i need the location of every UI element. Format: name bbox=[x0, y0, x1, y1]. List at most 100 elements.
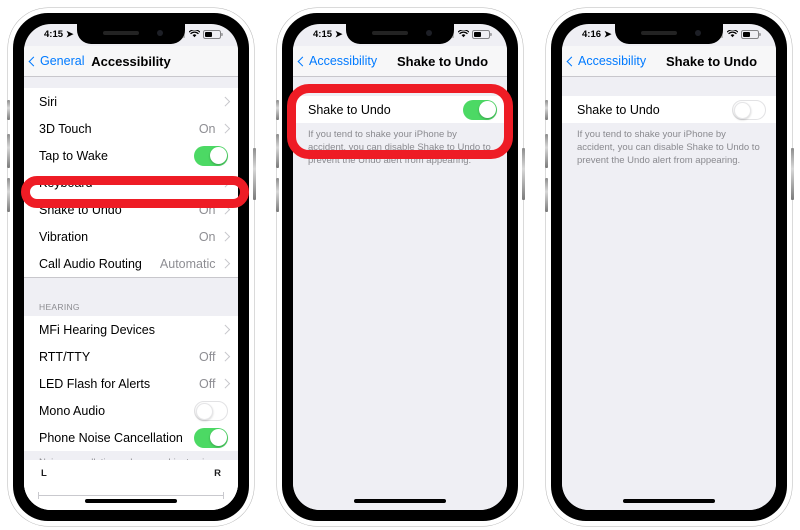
balance-slider-track[interactable] bbox=[38, 492, 224, 499]
shake-to-undo-toggle[interactable] bbox=[463, 99, 497, 120]
front-camera-icon bbox=[426, 30, 432, 36]
row-rtt-tty[interactable]: RTT/TTY Off bbox=[24, 343, 238, 370]
row-keyboard[interactable]: Keyboard bbox=[24, 169, 238, 196]
row-label: Phone Noise Cancellation bbox=[39, 430, 183, 445]
earpiece-speaker-icon bbox=[103, 31, 139, 35]
row-label: Shake to Undo bbox=[39, 202, 122, 217]
side-power-button[interactable] bbox=[790, 148, 794, 200]
nav-bar-2: Accessibility Shake to Undo bbox=[293, 46, 507, 77]
front-camera-icon bbox=[695, 30, 701, 36]
location-arrow-icon: ➤ bbox=[604, 29, 612, 39]
row-label: 3D Touch bbox=[39, 121, 92, 136]
row-label: Tap to Wake bbox=[39, 148, 109, 163]
chevron-right-icon bbox=[220, 96, 230, 107]
row-shake-to-undo-toggle[interactable]: Shake to Undo bbox=[562, 96, 776, 123]
volume-up-button[interactable] bbox=[544, 134, 548, 168]
row-shake-to-undo[interactable]: Shake to Undo On bbox=[24, 196, 238, 223]
battery-icon bbox=[203, 30, 223, 39]
wifi-icon bbox=[726, 29, 738, 38]
settings-group-general: Siri 3D Touch On Tap to Wake Keyboard Sh… bbox=[24, 88, 238, 277]
row-vibration[interactable]: Vibration On bbox=[24, 223, 238, 250]
row-label: RTT/TTY bbox=[39, 349, 91, 364]
device-bezel-3: 4:16 ➤ Accessibility Shake to Undo Shake… bbox=[551, 13, 787, 521]
chevron-right-icon bbox=[220, 258, 230, 269]
row-mono-audio[interactable]: Mono Audio bbox=[24, 397, 238, 424]
notch bbox=[77, 24, 185, 44]
earpiece-speaker-icon bbox=[641, 31, 677, 35]
page-title-3: Shake to Undo bbox=[666, 53, 758, 69]
volume-down-button[interactable] bbox=[544, 178, 548, 212]
chevron-right-icon bbox=[220, 204, 230, 215]
status-bar-left-3: 4:16 ➤ bbox=[582, 29, 612, 40]
clock-label: 4:16 bbox=[582, 29, 602, 40]
silent-switch[interactable] bbox=[544, 100, 548, 120]
chevron-right-icon bbox=[220, 231, 230, 242]
row-shake-to-undo-toggle[interactable]: Shake to Undo bbox=[293, 96, 507, 123]
location-arrow-icon: ➤ bbox=[66, 29, 74, 39]
clock-label: 4:15 bbox=[44, 29, 64, 40]
row-value: Off bbox=[199, 349, 216, 364]
page-title-1: Accessibility bbox=[91, 53, 171, 69]
status-bar-left-2: 4:15 ➤ bbox=[313, 29, 343, 40]
shake-to-undo-toggle[interactable] bbox=[732, 99, 766, 120]
device-bezel-2: 4:15 ➤ Accessibility Shake to Undo Shake… bbox=[282, 13, 518, 521]
notch bbox=[615, 24, 723, 44]
row-call-audio-routing[interactable]: Call Audio Routing Automatic bbox=[24, 250, 238, 277]
side-power-button[interactable] bbox=[252, 148, 256, 200]
wifi-icon bbox=[188, 29, 200, 38]
settings-group-hearing: MFi Hearing Devices RTT/TTY Off LED Flas… bbox=[24, 316, 238, 451]
volume-down-button[interactable] bbox=[275, 178, 279, 212]
device-screen-3: 4:16 ➤ Accessibility Shake to Undo Shake… bbox=[562, 24, 776, 510]
home-indicator[interactable] bbox=[354, 499, 446, 503]
volume-up-button[interactable] bbox=[275, 134, 279, 168]
status-bar-left-1: 4:15 ➤ bbox=[44, 29, 74, 40]
phone-noise-cancellation-toggle[interactable] bbox=[194, 427, 228, 448]
chevron-right-icon bbox=[220, 177, 230, 188]
volume-up-button[interactable] bbox=[6, 134, 10, 168]
row-3d-touch[interactable]: 3D Touch On bbox=[24, 115, 238, 142]
battery-icon bbox=[472, 30, 492, 39]
shake-to-undo-group: Shake to Undo bbox=[562, 96, 776, 123]
nav-bar-1: General Accessibility bbox=[24, 46, 238, 77]
row-value: Automatic bbox=[159, 256, 216, 271]
clock-label: 4:15 bbox=[313, 29, 333, 40]
settings-detail-3: Shake to Undo If you tend to shake your … bbox=[562, 76, 776, 510]
volume-down-button[interactable] bbox=[6, 178, 10, 212]
row-tap-to-wake[interactable]: Tap to Wake bbox=[24, 142, 238, 169]
screenshot-stage: 4:15 ➤ General Accessibility Siri 3D Tou… bbox=[0, 0, 800, 530]
footnote-shake-to-undo: If you tend to shake your iPhone by acci… bbox=[562, 123, 776, 178]
home-indicator[interactable] bbox=[623, 499, 715, 503]
footnote-shake-to-undo: If you tend to shake your iPhone by acci… bbox=[293, 123, 507, 178]
row-value: On bbox=[198, 229, 216, 244]
row-siri[interactable]: Siri bbox=[24, 88, 238, 115]
row-mfi-hearing-devices[interactable]: MFi Hearing Devices bbox=[24, 316, 238, 343]
earpiece-speaker-icon bbox=[372, 31, 408, 35]
battery-icon bbox=[741, 30, 761, 39]
row-label: Mono Audio bbox=[39, 403, 106, 418]
silent-switch[interactable] bbox=[6, 100, 10, 120]
chevron-right-icon bbox=[220, 324, 230, 335]
row-led-flash-for-alerts[interactable]: LED Flash for Alerts Off bbox=[24, 370, 238, 397]
settings-detail-2: Shake to Undo If you tend to shake your … bbox=[293, 76, 507, 510]
iphone-device-1: 4:15 ➤ General Accessibility Siri 3D Tou… bbox=[6, 8, 256, 526]
mono-audio-toggle[interactable] bbox=[194, 400, 228, 421]
row-label: Siri bbox=[39, 94, 58, 109]
list-top-spacer bbox=[562, 76, 776, 96]
side-power-button[interactable] bbox=[521, 148, 525, 200]
chevron-right-icon bbox=[220, 351, 230, 362]
list-top-spacer bbox=[293, 76, 507, 96]
tap-to-wake-toggle[interactable] bbox=[194, 145, 228, 166]
row-label: Shake to Undo bbox=[308, 102, 391, 117]
silent-switch[interactable] bbox=[275, 100, 279, 120]
settings-list-1[interactable]: Siri 3D Touch On Tap to Wake Keyboard Sh… bbox=[24, 76, 238, 510]
nav-bar-3: Accessibility Shake to Undo bbox=[562, 46, 776, 77]
notch bbox=[346, 24, 454, 44]
location-arrow-icon: ➤ bbox=[335, 29, 343, 39]
row-phone-noise-cancellation[interactable]: Phone Noise Cancellation bbox=[24, 424, 238, 451]
group-spacer bbox=[24, 277, 238, 297]
row-label: Keyboard bbox=[39, 175, 93, 190]
list-top-spacer bbox=[24, 76, 238, 88]
chevron-right-icon bbox=[220, 378, 230, 389]
home-indicator[interactable] bbox=[85, 499, 177, 503]
page-title-2: Shake to Undo bbox=[397, 53, 489, 69]
